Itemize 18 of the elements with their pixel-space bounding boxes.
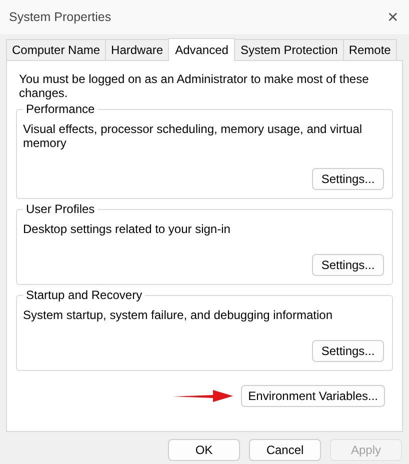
group-title: Startup and Recovery: [23, 288, 146, 302]
settings-button[interactable]: Settings...: [312, 254, 384, 276]
group-title: User Profiles: [23, 202, 98, 216]
dialog-button[interactable]: OK: [168, 439, 240, 461]
group-description: System startup, system failure, and debugging information: [23, 308, 334, 322]
group-description: Visual effects, processor scheduling, memory usage, and virtual memory: [23, 122, 364, 150]
admin-notice: You must be logged on as an Administrator to make most of these changes.: [19, 72, 370, 100]
tab[interactable]: Computer Name: [6, 39, 106, 60]
tab[interactable]: Remote: [342, 39, 397, 60]
close-button[interactable]: ✕: [387, 9, 399, 25]
tab[interactable]: Advanced: [168, 38, 236, 61]
environment-variables-button[interactable]: Environment Variables...: [241, 385, 385, 407]
group-title: Performance: [23, 102, 98, 116]
group-description: Desktop settings related to your sign-in: [23, 222, 232, 236]
settings-button[interactable]: Settings...: [312, 168, 384, 190]
dialog-button[interactable]: Cancel: [249, 439, 321, 461]
settings-button[interactable]: Settings...: [312, 340, 384, 362]
window-title: System Properties: [9, 10, 112, 24]
